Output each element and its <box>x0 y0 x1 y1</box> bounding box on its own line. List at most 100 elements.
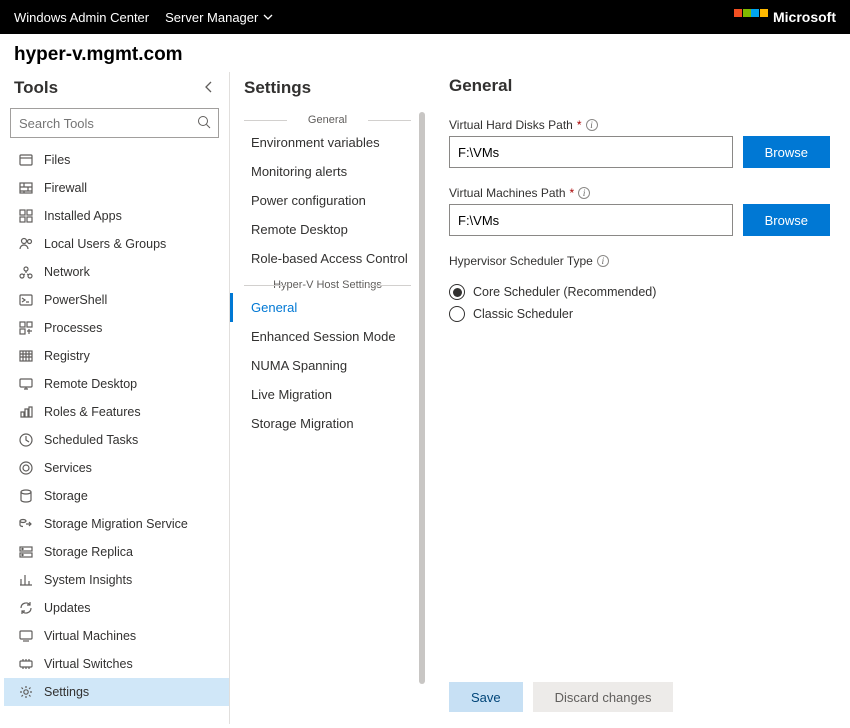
tools-search <box>10 108 219 138</box>
vm-browse-button[interactable]: Browse <box>743 204 830 236</box>
files-icon <box>18 152 34 168</box>
tool-item-storage-replica[interactable]: Storage Replica <box>4 538 229 566</box>
scheduler-option[interactable]: Classic Scheduler <box>449 306 830 322</box>
tool-item-firewall[interactable]: Firewall <box>4 174 229 202</box>
tool-item-label: Storage Migration Service <box>44 517 188 531</box>
info-icon[interactable]: i <box>578 187 590 199</box>
tool-item-label: Roles & Features <box>44 405 141 419</box>
scheduled-tasks-icon <box>18 432 34 448</box>
settings-item-environment-variables[interactable]: Environment variables <box>230 128 425 157</box>
insights-icon <box>18 572 34 588</box>
host-title: hyper-v.mgmt.com <box>14 44 836 66</box>
tool-item-network[interactable]: Network <box>4 258 229 286</box>
topbar: Windows Admin Center Server Manager Micr… <box>0 0 850 34</box>
tool-item-label: Services <box>44 461 92 475</box>
tool-item-settings[interactable]: Settings <box>4 678 229 706</box>
tool-item-virtual-switches[interactable]: Virtual Switches <box>4 650 229 678</box>
users-icon <box>18 236 34 252</box>
settings-item-role-based-access-control[interactable]: Role-based Access Control <box>230 244 425 273</box>
tool-item-label: Settings <box>44 685 89 699</box>
tool-item-label: Network <box>44 265 90 279</box>
tools-list: Files Firewall Installed Apps Local Users &… <box>0 146 229 724</box>
tool-item-storage[interactable]: Storage <box>4 482 229 510</box>
tool-item-label: Firewall <box>44 181 87 195</box>
tool-item-label: Installed Apps <box>44 209 122 223</box>
tools-panel: Tools Files Firewall Installed Apps Local U… <box>0 72 230 724</box>
tool-item-registry[interactable]: Registry <box>4 342 229 370</box>
settings-item-storage-migration[interactable]: Storage Migration <box>230 409 425 438</box>
processes-icon <box>18 320 34 336</box>
tool-item-label: Remote Desktop <box>44 377 137 391</box>
scheduler-option[interactable]: Core Scheduler (Recommended) <box>449 284 830 300</box>
save-button[interactable]: Save <box>449 682 523 712</box>
vm-path-label: Virtual Machines Path* i <box>449 186 830 200</box>
radio-label: Core Scheduler (Recommended) <box>473 285 656 299</box>
settings-item-enhanced-session-mode[interactable]: Enhanced Session Mode <box>230 322 425 351</box>
tool-item-label: Virtual Switches <box>44 657 133 671</box>
microsoft-brand-text: Microsoft <box>773 9 836 25</box>
settings-icon <box>18 684 34 700</box>
info-icon[interactable]: i <box>597 255 609 267</box>
storage-replica-icon <box>18 544 34 560</box>
tool-item-system-insights[interactable]: System Insights <box>4 566 229 594</box>
tool-item-label: Files <box>44 153 70 167</box>
tool-item-storage-migration-service[interactable]: Storage Migration Service <box>4 510 229 538</box>
settings-item-monitoring-alerts[interactable]: Monitoring alerts <box>230 157 425 186</box>
page-title: General <box>449 76 830 96</box>
tool-item-virtual-machines[interactable]: Virtual Machines <box>4 622 229 650</box>
settings-item-remote-desktop[interactable]: Remote Desktop <box>230 215 425 244</box>
tool-item-label: Storage Replica <box>44 545 133 559</box>
vhd-browse-button[interactable]: Browse <box>743 136 830 168</box>
tool-item-label: Scheduled Tasks <box>44 433 138 447</box>
tool-item-label: Updates <box>44 601 91 615</box>
tools-title: Tools <box>14 78 58 98</box>
settings-item-live-migration[interactable]: Live Migration <box>230 380 425 409</box>
vhd-path-input[interactable] <box>449 136 733 168</box>
network-icon <box>18 264 34 280</box>
search-icon[interactable] <box>197 115 211 132</box>
tool-item-services[interactable]: Services <box>4 454 229 482</box>
action-bar: Save Discard changes <box>449 682 673 712</box>
settings-group-label: Hyper-V Host Settings <box>244 279 411 291</box>
storage-icon <box>18 488 34 504</box>
tool-item-remote-desktop[interactable]: Remote Desktop <box>4 370 229 398</box>
settings-item-general[interactable]: General <box>230 293 425 322</box>
microsoft-brand: Microsoft <box>734 9 836 25</box>
settings-title: Settings <box>230 78 425 108</box>
main-pane: General Virtual Hard Disks Path* i Brows… <box>425 72 850 724</box>
radio-icon <box>449 306 465 322</box>
tool-item-label: Processes <box>44 321 102 335</box>
remote-desktop-icon <box>18 376 34 392</box>
apps-icon <box>18 208 34 224</box>
info-icon[interactable]: i <box>586 119 598 131</box>
tool-item-updates[interactable]: Updates <box>4 594 229 622</box>
chevron-down-icon <box>263 10 273 25</box>
server-manager-label: Server Manager <box>165 10 258 25</box>
settings-group-label: General <box>244 114 411 126</box>
tool-item-installed-apps[interactable]: Installed Apps <box>4 202 229 230</box>
settings-item-power-configuration[interactable]: Power configuration <box>230 186 425 215</box>
vhd-path-label: Virtual Hard Disks Path* i <box>449 118 830 132</box>
server-manager-dropdown[interactable]: Server Manager <box>165 10 273 25</box>
tool-item-label: Registry <box>44 349 90 363</box>
tool-item-label: Virtual Machines <box>44 629 136 643</box>
storage-migration-icon <box>18 516 34 532</box>
tool-item-scheduled-tasks[interactable]: Scheduled Tasks <box>4 426 229 454</box>
settings-nav: Settings General Environment variablesMon… <box>230 72 425 724</box>
tool-item-processes[interactable]: Processes <box>4 314 229 342</box>
tool-item-label: Local Users & Groups <box>44 237 166 251</box>
tool-item-roles-features[interactable]: Roles & Features <box>4 398 229 426</box>
radio-label: Classic Scheduler <box>473 307 573 321</box>
admin-center-link[interactable]: Windows Admin Center <box>14 10 149 25</box>
tool-item-files[interactable]: Files <box>4 146 229 174</box>
scheduler-radio-group: Core Scheduler (Recommended) Classic Sche… <box>449 278 830 328</box>
tools-search-input[interactable] <box>10 108 219 138</box>
collapse-tools-icon[interactable] <box>203 81 215 96</box>
tool-item-label: PowerShell <box>44 293 107 307</box>
tool-item-powershell[interactable]: PowerShell <box>4 286 229 314</box>
tool-item-local-users-groups[interactable]: Local Users & Groups <box>4 230 229 258</box>
vm-path-input[interactable] <box>449 204 733 236</box>
settings-item-numa-spanning[interactable]: NUMA Spanning <box>230 351 425 380</box>
registry-icon <box>18 348 34 364</box>
discard-button[interactable]: Discard changes <box>533 682 674 712</box>
